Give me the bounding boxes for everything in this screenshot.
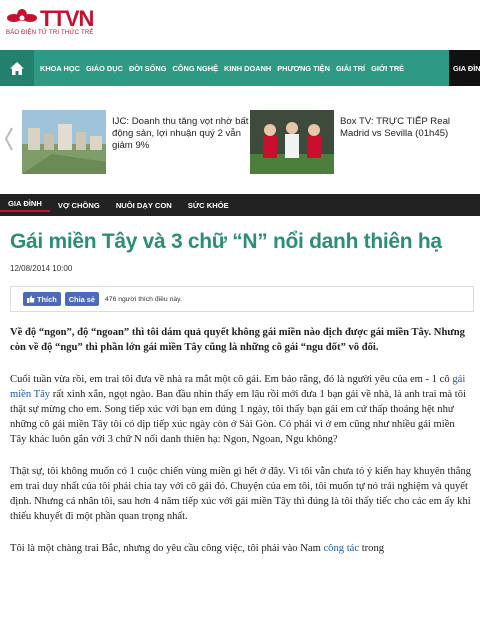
paragraph-text: Tôi là một chàng trai Bắc, nhưng do yêu …	[10, 543, 324, 554]
section-subnav: GIA ĐÌNH VỢ CHỒNG NUÔI DẠY CON SỨC KHỎE	[0, 194, 480, 216]
nav-item-phuong-tien[interactable]: PHƯƠNG TIỆN	[277, 64, 330, 73]
facebook-like-label: Thích	[37, 294, 57, 304]
paragraph-text: trong	[359, 543, 385, 554]
nav-item-gioi-tre[interactable]: GIỚI TRẺ	[371, 64, 404, 73]
home-icon	[10, 61, 24, 75]
home-button[interactable]	[0, 50, 34, 86]
paragraph-text: rất xinh xắn, ngọt ngào. Ban đầu nhìn th…	[10, 389, 466, 445]
nav-item-khoa-hoc[interactable]: KHOA HỌC	[40, 64, 80, 73]
article-title: Gái miền Tây và 3 chữ “N” nổi danh thiên…	[10, 230, 442, 253]
article-paragraph-1: Cuối tuần vừa rồi, em trai tôi đưa về nh…	[10, 372, 472, 447]
paragraph-text: Cuối tuần vừa rồi, em trai tôi đưa về nh…	[10, 374, 453, 385]
subnav-nuoi-day-con[interactable]: NUÔI DẠY CON	[108, 201, 180, 210]
nav-item-giai-tri[interactable]: GIẢI TRÍ	[336, 64, 365, 73]
promo-strip: IJC: Doanh thu tăng vọt nhờ bất động sản…	[0, 100, 480, 180]
article-paragraph-3: Tôi là một chàng trai Bắc, nhưng do yêu …	[10, 541, 472, 556]
thumbs-up-icon	[27, 295, 35, 303]
nav-item-doi-song[interactable]: ĐỜI SỐNG	[129, 64, 167, 73]
social-bar: Thích Chia sẻ 476 người thích điều này.	[10, 286, 474, 312]
main-nav: KHOA HỌC GIÁO DỤC ĐỜI SỐNG CÔNG NGHỆ KIN…	[0, 50, 480, 86]
facebook-like-count: 476 người thích điều này.	[105, 295, 182, 303]
nav-item-gia-dinh[interactable]: GIA ĐÌNH	[449, 50, 480, 86]
promo-headline-1[interactable]: IJC: Doanh thu tăng vọt nhờ bất động sản…	[112, 116, 262, 152]
chevron-left-icon[interactable]	[4, 124, 14, 154]
logo-tagline: BÁO ĐIỆN TỬ TRI THỨC TRẺ	[6, 30, 94, 36]
promo-thumbnail-football[interactable]	[250, 110, 334, 174]
nav-item-cong-nghe[interactable]: CÔNG NGHỆ	[172, 64, 218, 73]
nav-item-kinh-doanh[interactable]: KINH DOANH	[224, 64, 271, 73]
facebook-like-button[interactable]: Thích	[23, 292, 61, 306]
subnav-vo-chong[interactable]: VỢ CHỒNG	[50, 201, 108, 210]
article-date: 12/08/2014 10:00	[10, 264, 73, 273]
tag-link-cong-tac[interactable]: công tác	[323, 543, 359, 554]
article-body: Về độ “ngon”, độ “ngoan” thì tôi dám quả…	[10, 325, 472, 573]
logo-text: TTVN	[40, 6, 94, 31]
logo-flower-icon	[7, 9, 37, 22]
promo-headline-2[interactable]: Box TV: TRỰC TIẾP Real Madrid vs Sevilla…	[340, 116, 480, 140]
article-paragraph-2: Thật sự, tôi không muốn có 1 cuộc chiến …	[10, 466, 472, 522]
promo-thumbnail-city[interactable]	[22, 110, 106, 174]
site-header: TTVN BÁO ĐIỆN TỬ TRI THỨC TRẺ	[0, 0, 480, 46]
site-logo[interactable]: TTVN BÁO ĐIỆN TỬ TRI THỨC TRẺ	[4, 4, 114, 40]
nav-item-giao-duc[interactable]: GIÁO DỤC	[86, 64, 123, 73]
facebook-share-button[interactable]: Chia sẻ	[64, 292, 100, 306]
article-lead: Về độ “ngon”, độ “ngoan” thì tôi dám quả…	[10, 327, 465, 353]
subnav-suc-khoe[interactable]: SỨC KHỎE	[180, 201, 237, 210]
subnav-gia-dinh[interactable]: GIA ĐÌNH	[0, 199, 50, 212]
